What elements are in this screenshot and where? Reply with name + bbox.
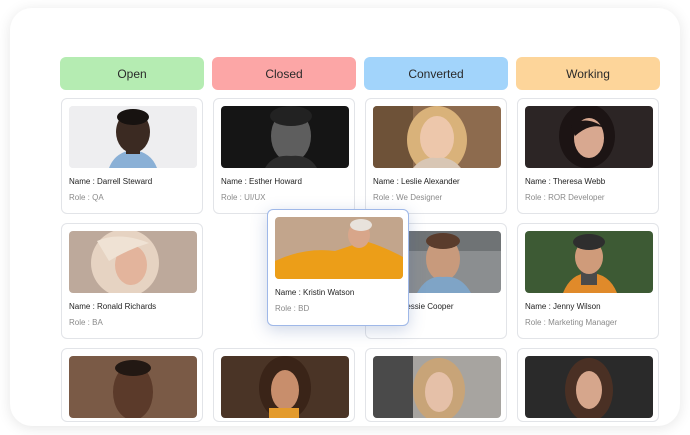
- card-leslie-alexander[interactable]: Name : Leslie Alexander Role : We Design…: [365, 98, 507, 214]
- avatar: [221, 356, 349, 418]
- card-role: Role : ROR Developer: [525, 193, 605, 202]
- avatar: [525, 231, 653, 293]
- card-name: Name : Darrell Steward: [69, 177, 153, 186]
- card-esther-howard[interactable]: Name : Esther Howard Role : UI/UX: [213, 98, 355, 214]
- avatar: [69, 356, 197, 418]
- card-name: Name : Ronald Richards: [69, 302, 157, 311]
- card-role: Role : BA: [69, 318, 103, 327]
- avatar: [69, 231, 197, 293]
- card-role: Role : Marketing Manager: [525, 318, 618, 327]
- column-header-closed[interactable]: Closed: [212, 57, 356, 90]
- card-jenny-wilson[interactable]: Name : Jenny Wilson Role : Marketing Man…: [517, 223, 659, 339]
- avatar: [69, 106, 197, 168]
- avatar: [373, 356, 501, 418]
- card-row3-working[interactable]: [517, 348, 659, 422]
- card-kristin-watson-dragging[interactable]: Name : Kristin Watson Role : BD: [267, 209, 409, 326]
- card-darrell-steward[interactable]: Name : Darrell Steward Role : QA: [61, 98, 203, 214]
- card-ronald-richards[interactable]: Name : Ronald Richards Role : BA: [61, 223, 203, 339]
- column-header-open[interactable]: Open: [60, 57, 204, 90]
- column-header-converted[interactable]: Converted: [364, 57, 508, 90]
- avatar: [221, 106, 349, 168]
- avatar: [275, 217, 403, 279]
- card-row3-converted[interactable]: [365, 348, 507, 422]
- avatar: [525, 106, 653, 168]
- card-row3-open[interactable]: [61, 348, 203, 422]
- card-role: Role : We Designer: [373, 193, 443, 202]
- card-name: Name : Esther Howard: [221, 177, 302, 186]
- card-name: Name : Theresa Webb: [525, 177, 606, 186]
- card-theresa-webb[interactable]: Name : Theresa Webb Role : ROR Developer: [517, 98, 659, 214]
- column-header-working[interactable]: Working: [516, 57, 660, 90]
- card-name: Name : Kristin Watson: [275, 288, 355, 297]
- card-row3-closed[interactable]: [213, 348, 355, 422]
- card-role: Role : UI/UX: [221, 193, 266, 202]
- avatar: [525, 356, 653, 418]
- avatar: [373, 106, 501, 168]
- card-role: Role : QA: [69, 193, 104, 202]
- card-name: Name : Leslie Alexander: [373, 177, 460, 186]
- card-role: Role : BD: [275, 304, 310, 313]
- card-name: Name : Jenny Wilson: [525, 302, 601, 311]
